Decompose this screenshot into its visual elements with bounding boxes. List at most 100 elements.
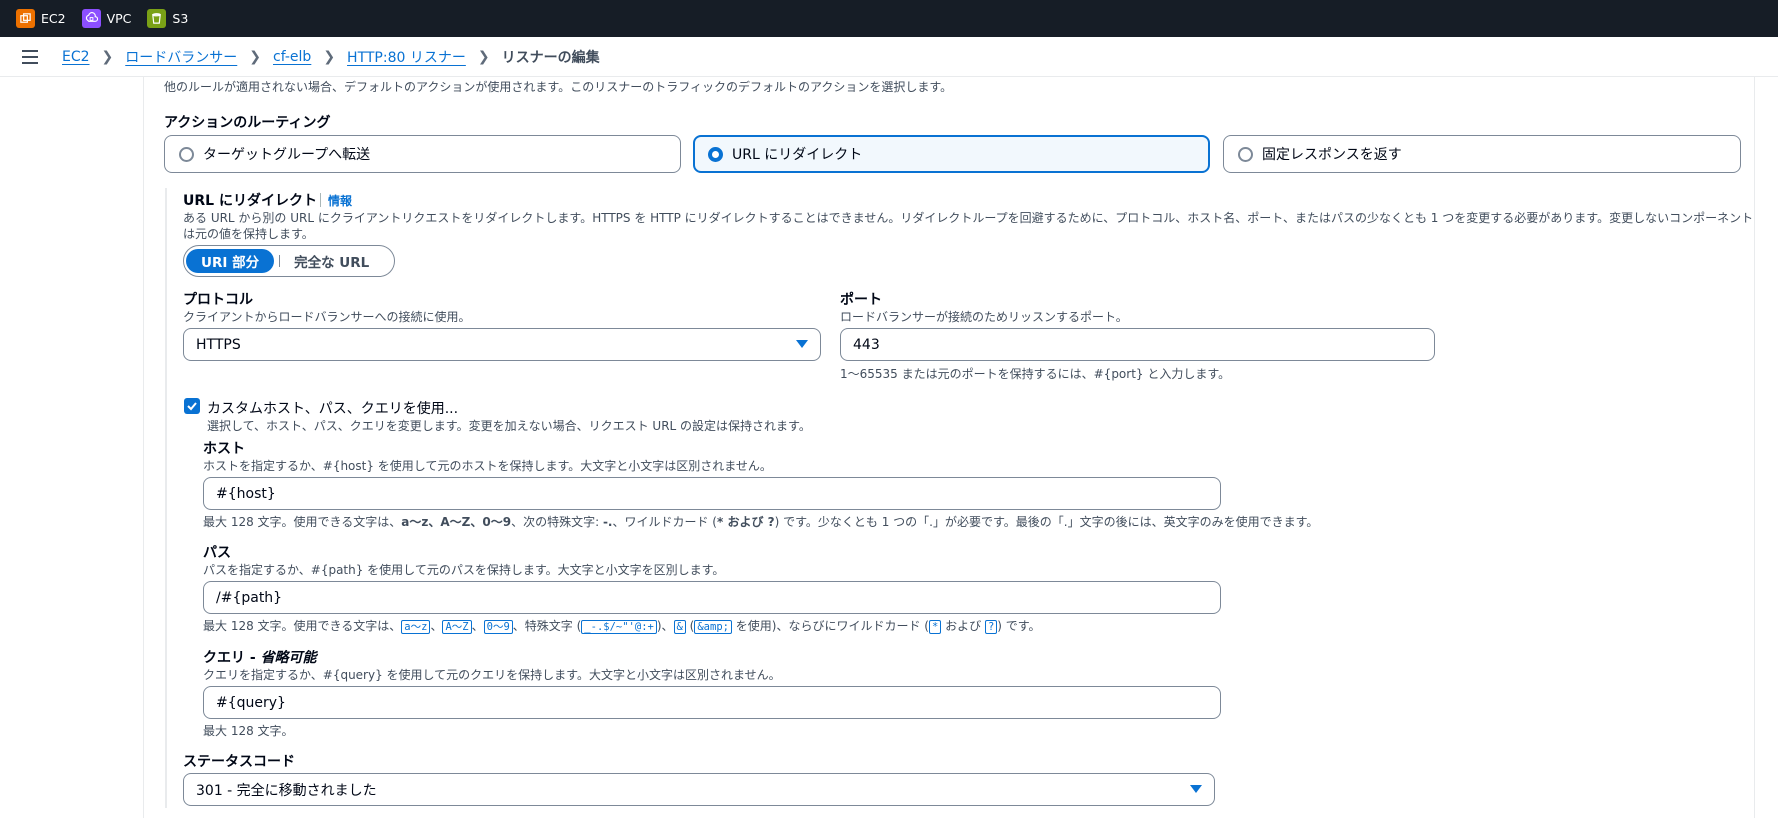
protocol-value: HTTPS xyxy=(196,336,241,353)
check-icon xyxy=(187,402,197,411)
hint-text: 、 xyxy=(471,619,484,633)
port-input[interactable]: 443 xyxy=(840,328,1435,361)
hint-text: 、 xyxy=(430,619,443,633)
hint-text: を使用)、ならびにワイルドカード ( xyxy=(731,619,929,633)
favorites-bar: EC2 VPC S3 xyxy=(0,0,1778,37)
hint-text: ) です。 xyxy=(997,619,1041,633)
routing-option-redirect[interactable]: URL にリダイレクト xyxy=(693,135,1210,173)
host-description: ホストを指定するか、#{host} を使用して元のホストを保持します。大文字と小… xyxy=(203,459,772,473)
redirect-description-2: は元の値を保持します。 xyxy=(183,227,314,241)
ec2-icon xyxy=(16,9,35,28)
breadcrumb-load-balancers[interactable]: ロードバランサー xyxy=(125,47,237,67)
favorite-label: VPC xyxy=(106,11,132,26)
routing-label: アクションのルーティング xyxy=(164,115,331,131)
code-snippet: _-.$/~"'@:+ xyxy=(581,620,657,634)
code-snippet: & xyxy=(673,620,686,634)
path-input[interactable]: /#{path} xyxy=(203,581,1221,614)
breadcrumb-ec2[interactable]: EC2 xyxy=(62,49,90,65)
port-description: ロードバランサーが接続のためリッスンするポート。 xyxy=(840,310,1128,324)
code-snippet: A〜Z xyxy=(442,620,472,634)
path-label: パス xyxy=(203,545,231,561)
hint-text: )、 xyxy=(656,619,674,633)
hint-text: 最大 128 文字。使用できる文字は、 xyxy=(203,515,402,529)
host-input[interactable]: #{host} xyxy=(203,477,1221,510)
query-label: クエリ - 省略可能 xyxy=(203,647,317,667)
vpc-icon xyxy=(81,9,101,28)
custom-label[interactable]: カスタムホスト、パス、クエリを使用... xyxy=(207,398,458,418)
hint-text: および xyxy=(941,619,985,633)
chevron-right-icon: ❯ xyxy=(477,48,490,65)
host-hint: 最大 128 文字。使用できる文字は、a〜z、A〜Z、0〜9、次の特殊文字: -… xyxy=(203,513,1318,530)
breadcrumb-bar: EC2 ❯ ロードバランサー ❯ cf-elb ❯ HTTP:80 リスナー ❯… xyxy=(0,37,1778,77)
query-value: #{query} xyxy=(216,694,286,711)
routing-option-label: URL にリダイレクト xyxy=(732,147,863,163)
favorite-vpc[interactable]: VPC xyxy=(81,9,132,28)
custom-checkbox[interactable] xyxy=(184,398,200,414)
protocol-description: クライアントからロードバランサーへの接続に使用。 xyxy=(183,310,471,324)
menu-icon[interactable] xyxy=(0,49,62,65)
status-code-label: ステータスコード xyxy=(183,754,295,770)
query-description: クエリを指定するか、#{query} を使用して元のクエリを保持します。大文字と… xyxy=(203,668,781,682)
breadcrumb-listener[interactable]: HTTP:80 リスナー xyxy=(347,47,466,67)
query-hint: 最大 128 文字。 xyxy=(203,724,294,738)
segment-uri-parts[interactable]: URI 部分 xyxy=(186,249,275,273)
redirect-description-1: ある URL から別の URL にクライアントリクエストをリダイレクトします。H… xyxy=(183,211,1754,225)
optional-tag: 省略可能 xyxy=(260,650,317,666)
redirect-title: URL にリダイレクト xyxy=(183,193,317,209)
query-input[interactable]: #{query} xyxy=(203,686,1221,719)
host-value: #{host} xyxy=(216,485,276,502)
redirect-mode-segmented: URI 部分 完全な URL xyxy=(183,245,395,277)
path-value: /#{path} xyxy=(216,589,283,606)
hint-text: 、ワイルドカード ( xyxy=(612,515,717,529)
radio-selected-icon xyxy=(708,146,723,162)
routing-option-forward[interactable]: ターゲットグループへ転送 xyxy=(164,135,681,173)
radio-icon xyxy=(1238,146,1253,162)
hint-text: ) です。少なくとも 1 つの「.」が必要です。最後の「.」文字の後には、英文字… xyxy=(774,515,1319,529)
hint-text: 、次の特殊文字: xyxy=(511,515,603,529)
breadcrumb-current: リスナーの編集 xyxy=(501,49,600,66)
status-code-value: 301 - 完全に移動されました xyxy=(196,782,377,799)
routing-option-fixed-response[interactable]: 固定レスポンスを返す xyxy=(1223,135,1741,173)
custom-description: 選択して、ホスト、パス、クエリを変更します。変更を加えない場合、リクエスト UR… xyxy=(207,419,811,433)
port-value: 443 xyxy=(853,336,880,353)
hint-text: 、特殊文字 ( xyxy=(512,619,582,633)
radio-icon xyxy=(179,146,194,162)
favorite-ec2[interactable]: EC2 xyxy=(16,9,66,28)
query-label-text: クエリ - xyxy=(203,650,261,666)
hint-bold: a〜z、A〜Z、0〜9 xyxy=(401,515,512,529)
code-snippet: &amp; xyxy=(694,620,732,634)
segment-separator xyxy=(279,255,281,267)
caret-down-icon xyxy=(796,340,808,348)
favorite-s3[interactable]: S3 xyxy=(147,9,188,28)
path-description: パスを指定するか、#{path} を使用して元のパスを保持します。大文字と小文字… xyxy=(203,563,725,577)
port-label: ポート xyxy=(840,292,882,308)
section-divider xyxy=(165,188,167,808)
info-link[interactable]: 情報 xyxy=(328,192,352,209)
chevron-right-icon: ❯ xyxy=(101,48,114,65)
code-snippet: 0〜9 xyxy=(483,620,513,634)
breadcrumb: EC2 ❯ ロードバランサー ❯ cf-elb ❯ HTTP:80 リスナー ❯… xyxy=(62,47,600,67)
port-hint: 1〜65535 または元のポートを保持するには、#{port} と入力します。 xyxy=(840,367,1231,381)
hint-bold: * および ? xyxy=(716,515,775,529)
host-label: ホスト xyxy=(203,441,245,457)
protocol-label: プロトコル xyxy=(183,292,253,308)
protocol-select[interactable]: HTTPS xyxy=(183,328,821,361)
routing-option-label: 固定レスポンスを返す xyxy=(1262,147,1402,163)
hint-text: 最大 128 文字。使用できる文字は、 xyxy=(203,619,402,633)
caret-down-icon xyxy=(1190,785,1202,793)
divider xyxy=(320,193,321,207)
routing-option-label: ターゲットグループへ転送 xyxy=(203,147,371,163)
chevron-right-icon: ❯ xyxy=(249,48,261,65)
favorite-label: S3 xyxy=(172,11,189,26)
code-snippet: * xyxy=(928,620,942,634)
path-hint: 最大 128 文字。使用できる文字は、 a〜z、 A〜Z、 0〜9 、特殊文字 (_-.… xyxy=(203,617,1041,634)
breadcrumb-cf-elb[interactable]: cf-elb xyxy=(273,49,311,65)
code-snippet: ? xyxy=(984,620,998,634)
s3-icon xyxy=(147,9,167,28)
code-snippet: a〜z xyxy=(401,620,431,634)
favorite-label: EC2 xyxy=(41,11,66,26)
status-code-select[interactable]: 301 - 完全に移動されました xyxy=(183,773,1215,806)
segment-full-url[interactable]: 完全な URL xyxy=(288,251,375,271)
chevron-right-icon: ❯ xyxy=(323,48,336,65)
default-action-description: 他のルールが適用されない場合、デフォルトのアクションが使用されます。このリスナー… xyxy=(164,80,953,94)
